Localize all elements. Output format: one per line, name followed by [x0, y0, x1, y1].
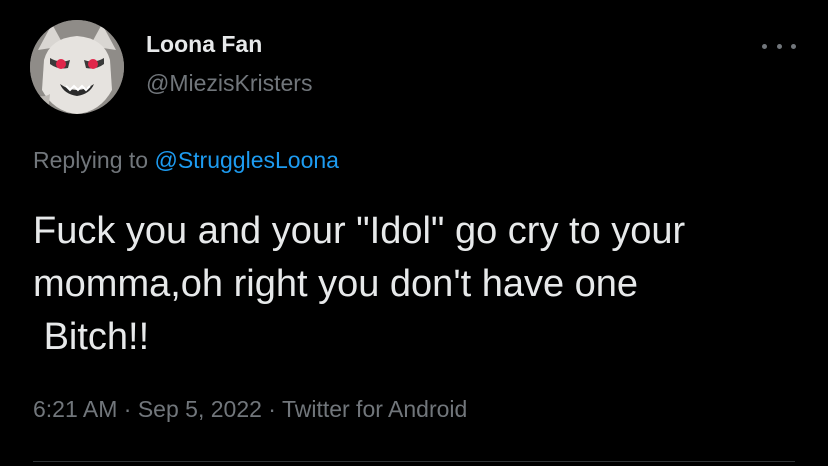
display-name[interactable]: Loona Fan	[146, 31, 262, 58]
more-dot	[762, 43, 767, 49]
replying-prefix: Replying to	[33, 147, 155, 173]
tweet-time[interactable]: 6:21 AM	[33, 396, 117, 422]
user-handle[interactable]: @MiezisKristers	[146, 70, 312, 97]
tweet-meta: 6:21 AM · Sep 5, 2022 · Twitter for Andr…	[33, 396, 467, 423]
divider	[33, 461, 795, 462]
more-options-icon[interactable]	[762, 36, 796, 56]
more-dot	[776, 43, 782, 49]
avatar-image	[30, 20, 124, 114]
meta-separator: ·	[261, 396, 282, 422]
tweet: Loona Fan @MiezisKristers Replying to @S…	[0, 0, 828, 466]
avatar[interactable]	[30, 20, 124, 114]
mention-link[interactable]: @StrugglesLoona	[154, 147, 338, 173]
tweet-source[interactable]: Twitter for Android	[282, 396, 467, 422]
tweet-text: Fuck you and your "Idol" go cry to your …	[33, 210, 686, 358]
more-dot	[791, 43, 796, 49]
replying-to: Replying to @StrugglesLoona	[33, 147, 339, 174]
meta-separator: ·	[117, 396, 138, 422]
tweet-date[interactable]: Sep 5, 2022	[138, 396, 262, 422]
